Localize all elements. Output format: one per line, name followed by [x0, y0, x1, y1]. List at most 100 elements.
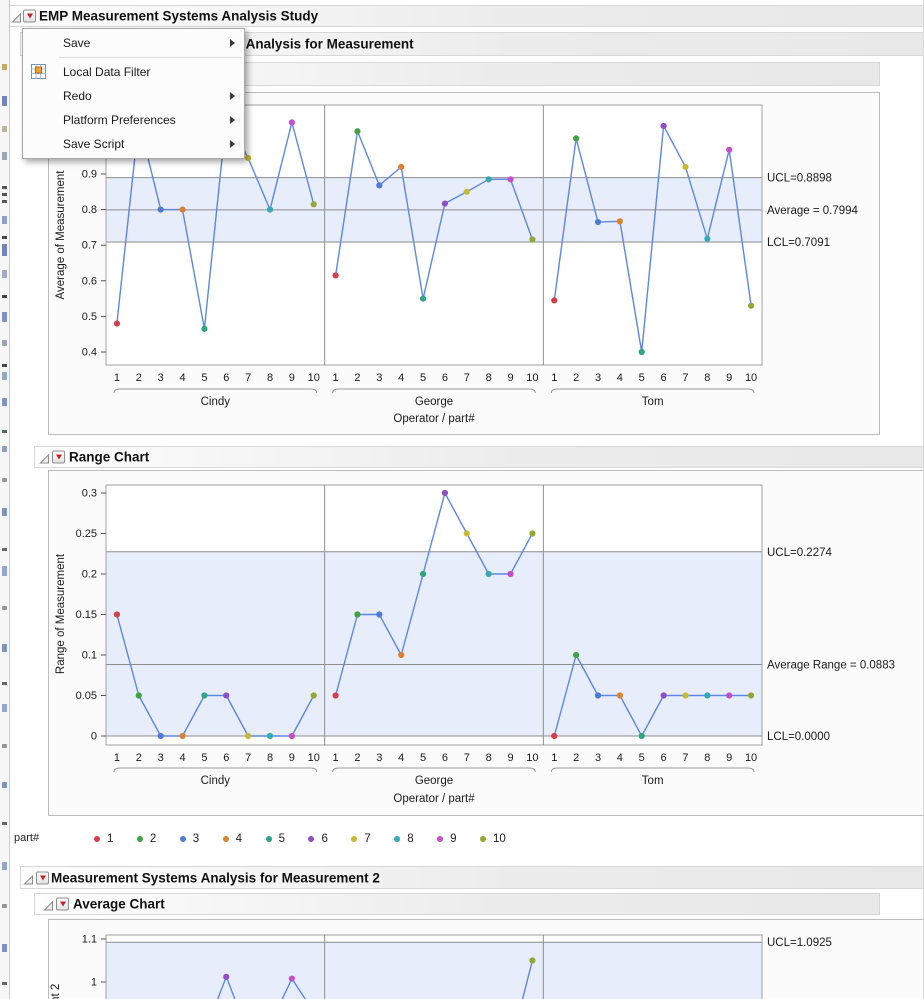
data-point: [661, 123, 667, 129]
x-axis-label: Operator / part#: [393, 413, 475, 425]
y-tick-label: 0.6: [82, 275, 97, 287]
x-tick-label: 3: [595, 372, 601, 384]
data-point: [639, 733, 645, 739]
data-point: [158, 207, 164, 213]
data-point: [354, 611, 360, 617]
y-tick-label: 0.4: [82, 347, 97, 359]
y-tick-label: 1.1: [82, 934, 97, 946]
y-axis-label: Range of Measurement: [55, 553, 67, 674]
control-limit-band: [106, 552, 762, 736]
y-tick-label: 1: [91, 977, 97, 989]
data-point: [223, 974, 229, 980]
group-bracket: [114, 389, 317, 393]
menu-item-local-data-filter[interactable]: Local Data Filter: [23, 60, 244, 84]
data-point: [529, 236, 535, 242]
x-tick-label: 10: [526, 752, 538, 764]
data-point: [245, 733, 251, 739]
data-point: [617, 218, 623, 224]
data-point: [486, 176, 492, 182]
data-point: [420, 296, 426, 302]
x-tick-label: 10: [745, 752, 757, 764]
x-tick-label: 7: [682, 752, 688, 764]
y-tick-label: 0.7: [82, 240, 97, 252]
red-triangle-dropdown-menu: Save Local Data Filter Redo Platform Pre…: [22, 28, 245, 159]
x-tick-label: 8: [704, 752, 710, 764]
group-bracket: [114, 768, 317, 772]
data-point: [551, 733, 557, 739]
x-tick-label: 4: [179, 752, 185, 764]
x-tick-label: 6: [223, 372, 229, 384]
center-label: Average Range = 0.0883: [767, 659, 895, 671]
x-tick-label: 2: [136, 372, 142, 384]
x-tick-label: 1: [114, 752, 120, 764]
x-tick-label: 2: [136, 752, 142, 764]
chart-1-range-chart: 00.050.10.150.20.250.312345678910Cindy12…: [55, 485, 895, 805]
x-tick-label: 6: [442, 752, 448, 764]
data-point: [661, 692, 667, 698]
y-tick-label: 0.8: [82, 204, 97, 216]
data-point: [551, 297, 557, 303]
menu-item-save[interactable]: Save: [23, 31, 244, 55]
data-point: [573, 135, 579, 141]
data-point: [158, 733, 164, 739]
data-point: [682, 692, 688, 698]
x-tick-label: 2: [573, 372, 579, 384]
data-point: [573, 652, 579, 658]
x-tick-label: 10: [308, 372, 320, 384]
x-tick-label: 3: [376, 372, 382, 384]
control-limit-band: [106, 942, 762, 999]
x-tick-label: 4: [179, 372, 185, 384]
menu-item-save-script[interactable]: Save Script: [23, 132, 244, 156]
x-tick-label: 1: [551, 752, 557, 764]
x-tick-label: 2: [573, 752, 579, 764]
x-tick-label: 3: [158, 372, 164, 384]
menu-item-label: Redo: [63, 89, 92, 103]
x-tick-label: 7: [464, 372, 470, 384]
menu-item-label: Save: [63, 36, 90, 50]
x-tick-label: 9: [507, 752, 513, 764]
data-point: [354, 128, 360, 134]
x-tick-label: 3: [595, 752, 601, 764]
data-point: [201, 326, 207, 332]
x-tick-label: 9: [726, 372, 732, 384]
operator-label: Cindy: [201, 396, 231, 408]
ucl-label: UCL=0.8898: [767, 173, 832, 185]
y-axis-label: Average of Measurement 2: [50, 984, 62, 999]
group-bracket: [333, 389, 536, 393]
data-point: [442, 490, 448, 496]
x-axis-label: Operator / part#: [393, 793, 475, 805]
y-tick-label: 0.25: [76, 528, 97, 540]
data-point: [704, 236, 710, 242]
menu-item-platform-preferences[interactable]: Platform Preferences: [23, 108, 244, 132]
data-point: [639, 349, 645, 355]
data-point: [201, 692, 207, 698]
lcl-label: LCL=0.0000: [767, 731, 830, 743]
x-tick-label: 1: [551, 372, 557, 384]
data-point: [726, 147, 732, 153]
data-point: [267, 207, 273, 213]
data-point: [420, 571, 426, 577]
menu-item-redo[interactable]: Redo: [23, 84, 244, 108]
ucl-label: UCL=0.2274: [767, 547, 832, 559]
submenu-arrow-icon: [230, 92, 235, 100]
data-point: [726, 692, 732, 698]
menu-item-label: Local Data Filter: [63, 65, 150, 79]
y-tick-label: 0.3: [82, 488, 97, 500]
data-point: [595, 692, 601, 698]
data-point: [114, 611, 120, 617]
x-tick-label: 9: [726, 752, 732, 764]
x-tick-label: 10: [526, 372, 538, 384]
operator-label: Tom: [642, 396, 664, 408]
x-tick-label: 2: [354, 752, 360, 764]
center-label: Average = 0.7994: [767, 205, 859, 217]
data-point: [748, 692, 754, 698]
x-tick-label: 5: [639, 752, 645, 764]
submenu-arrow-icon: [230, 116, 235, 124]
lcl-label: LCL=0.7091: [767, 237, 830, 249]
jmp-report-window: EMP Measurement Systems Analysis Study M…: [0, 0, 924, 999]
submenu-arrow-icon: [230, 140, 235, 148]
x-tick-label: 6: [661, 372, 667, 384]
x-tick-label: 5: [639, 372, 645, 384]
data-point: [507, 176, 513, 182]
operator-label: George: [415, 396, 453, 408]
